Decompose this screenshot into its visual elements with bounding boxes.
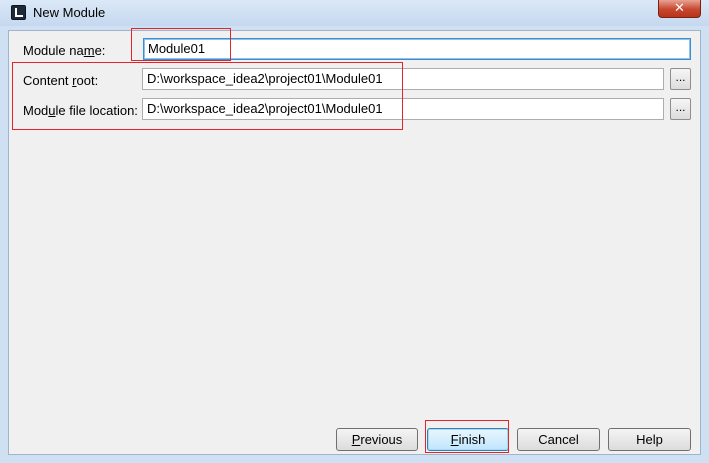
module-name-input[interactable]: Module01 — [143, 38, 691, 60]
module-file-location-browse-button[interactable]: ... — [670, 98, 691, 120]
previous-button[interactable]: Previous — [336, 428, 418, 451]
finish-button[interactable]: Finish — [427, 428, 509, 451]
cancel-button[interactable]: Cancel — [517, 428, 600, 451]
close-button[interactable]: ✕ — [658, 0, 701, 18]
content-root-browse-button[interactable]: ... — [670, 68, 691, 90]
window-title: New Module — [33, 5, 106, 20]
content-root-label: Content root: — [23, 73, 99, 88]
help-button[interactable]: Help — [608, 428, 691, 451]
module-file-location-label: Module file location: — [23, 103, 138, 118]
title-bar[interactable]: New Module ✕ — [0, 0, 709, 26]
dialog-content: Module name: Module01 Content root: D:\w… — [8, 30, 701, 455]
module-file-location-input[interactable]: D:\workspace_idea2\project01\Module01 — [142, 98, 664, 120]
content-root-input[interactable]: D:\workspace_idea2\project01\Module01 — [142, 68, 664, 90]
module-name-label: Module name: — [23, 43, 106, 58]
new-module-dialog: New Module ✕ Module name: Module01 Conte… — [0, 0, 709, 463]
intellij-app-icon — [11, 5, 26, 20]
